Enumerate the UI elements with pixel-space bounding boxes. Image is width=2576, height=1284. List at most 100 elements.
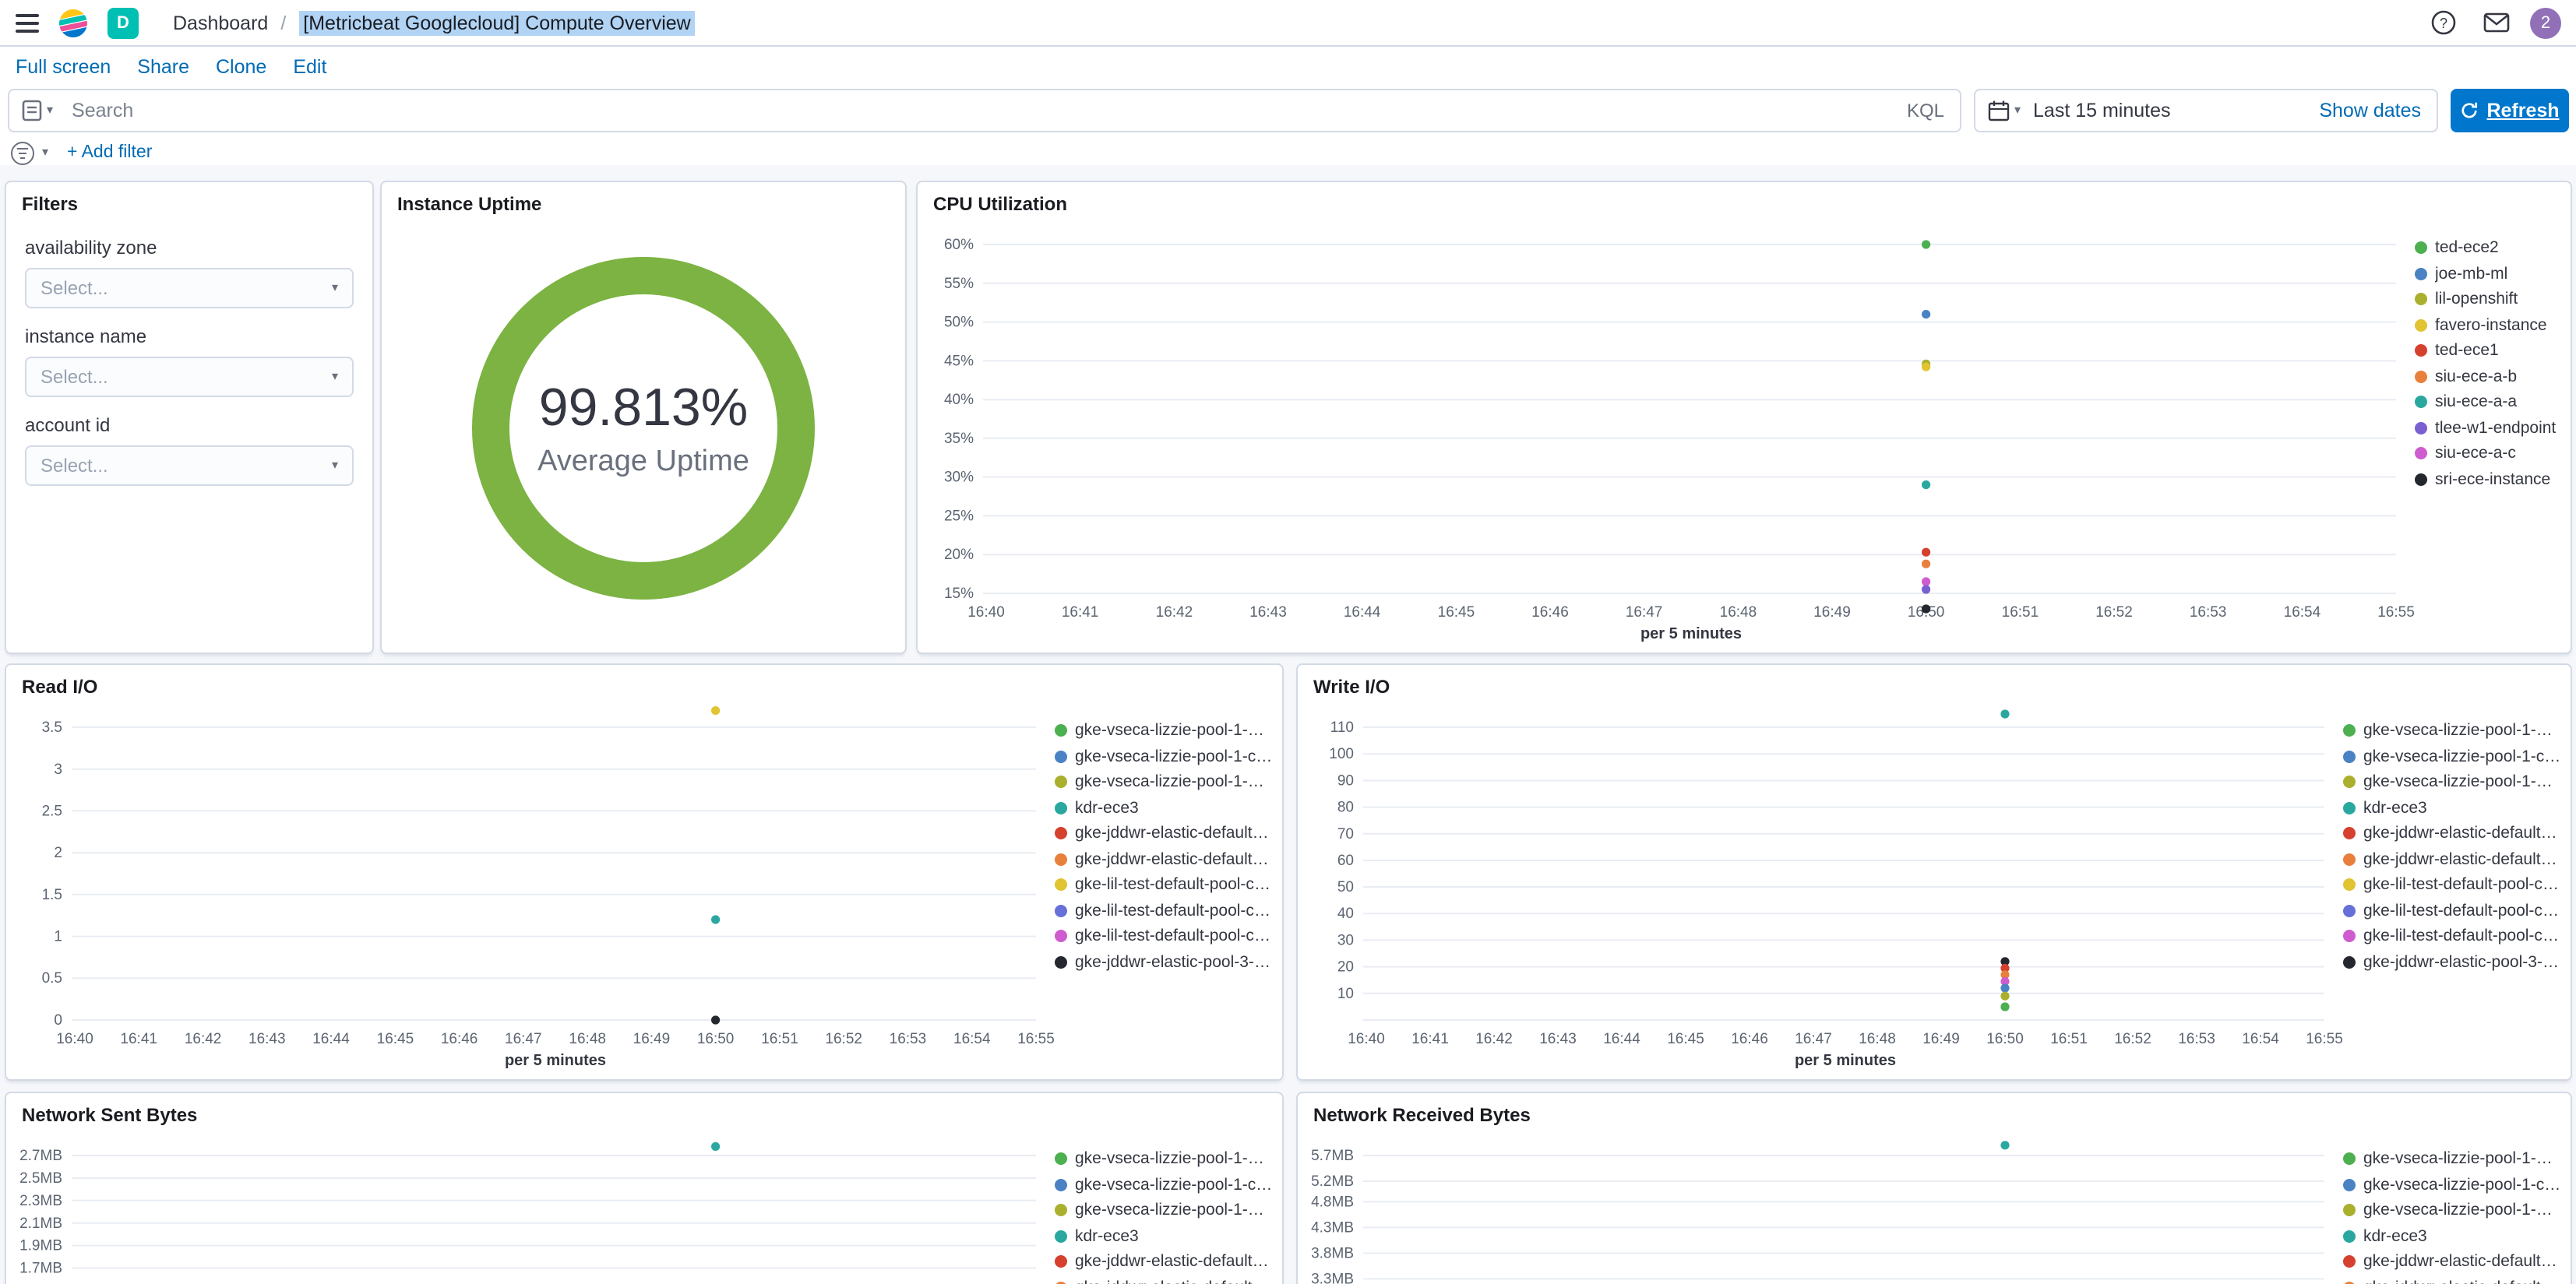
legend-item[interactable]: gke-vseca-lizzie-pool-1-c417… [1055,744,1282,769]
panel-title[interactable]: CPU Utilization [918,182,2571,216]
legend-item[interactable]: kdr-ece3 [2343,795,2571,821]
network-sent-chart[interactable]: 2.7MB2.5MB2.3MB2.1MB1.9MB1.7MB1.5MB1.3MB… [6,1127,1055,1284]
legend-item[interactable]: gke-vseca-lizzie-pool-1-1877… [1055,718,1282,744]
legend-item[interactable]: gke-lil-test-default-pool-c1e… [1055,872,1282,898]
show-dates-button[interactable]: Show dates [2319,100,2437,121]
legend-item[interactable]: gke-jddwr-elastic-default-po… [1055,1275,1282,1284]
network-received-chart[interactable]: 5.7MB5.2MB4.8MB4.3MB3.8MB3.3MB2.9MB2.4MB… [1298,1127,2343,1284]
svg-text:3: 3 [54,762,62,778]
help-button[interactable]: ? [2424,4,2461,41]
legend-item[interactable]: gke-jddwr-elastic-default-po… [1055,846,1282,872]
network-received-legend: gke-vseca-lizzie-pool-1-1877… gke-vseca-l… [2343,1127,2571,1284]
legend-item[interactable]: gke-vseca-lizzie-pool-1-1877… [2343,1146,2571,1172]
series-color-dot [2415,396,2427,409]
legend-item[interactable]: gke-jddwr-elastic-pool-3-74… [1055,949,1282,975]
write-io-chart[interactable]: 110 100 90 80 70 60 50 40 30 20 10 16:40 16:41 16:42 1… [1298,699,2343,1079]
user-avatar[interactable]: 2 [2530,7,2561,38]
legend-item[interactable]: kdr-ece3 [2343,1223,2571,1249]
panel-title[interactable]: Write I/O [1298,665,2571,699]
legend-item[interactable]: kdr-ece3 [1055,1223,1282,1249]
share-button[interactable]: Share [137,56,189,78]
legend-item[interactable]: gke-lil-test-default-pool-c1e… [2343,898,2571,923]
legend-item[interactable]: lil-openshift [2415,287,2571,312]
read-io-chart[interactable]: 3.5 3 2.5 2 1.5 1 0.5 0 16:40 16:41 16:42 16:43 16:4… [6,699,1055,1079]
legend-item[interactable]: gke-jddwr-elastic-default-po… [1055,821,1282,846]
legend-item[interactable]: kdr-ece3 [1055,795,1282,821]
legend-item[interactable]: gke-jddwr-elastic-default-po… [2343,821,2571,846]
account-id-select[interactable]: Select... ▾ [25,445,354,486]
legend-item[interactable]: siu-ece-a-a [2415,389,2571,415]
filter-label: availability zone [25,237,157,259]
legend-item[interactable]: gke-jddwr-elastic-default-po… [2343,1275,2571,1284]
svg-text:16:46: 16:46 [441,1031,478,1047]
menu-icon[interactable] [16,13,39,32]
legend-item[interactable]: gke-jddwr-elastic-pool-3-74… [2343,949,2571,975]
legend-item[interactable]: gke-vseca-lizzie-pool-1-630… [1055,769,1282,795]
panel-title[interactable]: Read I/O [6,665,1282,699]
legend-item[interactable]: gke-vseca-lizzie-pool-1-c417… [1055,1172,1282,1198]
cpu-utilization-chart[interactable]: 60% 55% 50% 45% 40% 35% 30% 25% 20% 15% 16:40 16:41… [918,216,2415,653]
legend-item[interactable]: gke-vseca-lizzie-pool-1-630… [2343,769,2571,795]
legend-item[interactable]: gke-vseca-lizzie-pool-1-1877… [1055,1146,1282,1172]
series-color-dot [2343,930,2356,943]
legend-item[interactable]: gke-lil-test-default-pool-c1e… [2343,923,2571,949]
newsfeed-button[interactable] [2477,4,2514,41]
filter-menu-icon[interactable] [11,141,34,164]
legend-item[interactable]: siu-ece-a-b [2415,364,2571,389]
legend-item[interactable]: gke-lil-test-default-pool-c1e… [1055,898,1282,923]
panel-title[interactable]: Filters [6,182,372,216]
legend-item[interactable]: siu-ece-a-c [2415,441,2571,466]
refresh-button[interactable]: Refresh [2451,89,2569,132]
legend-item[interactable]: gke-lil-test-default-pool-c1e… [1055,923,1282,949]
series-color-dot [1055,1152,1067,1166]
deployment-badge[interactable]: D [107,7,139,38]
filter-label: instance name [25,325,147,347]
svg-text:30%: 30% [944,470,974,486]
legend-item[interactable]: gke-vseca-lizzie-pool-1-c417… [2343,744,2571,769]
series-label: gke-vseca-lizzie-pool-1-630… [1075,1201,1273,1220]
search-input[interactable] [65,100,1891,121]
svg-text:16:51: 16:51 [2002,604,2039,621]
panel-title[interactable]: Network Sent Bytes [6,1093,1282,1127]
select-placeholder: Select... [41,277,108,299]
series-color-dot [1055,878,1067,892]
clone-button[interactable]: Clone [216,56,266,78]
legend-item[interactable]: gke-vseca-lizzie-pool-1-630… [1055,1198,1282,1223]
time-range-value[interactable]: Last 15 minutes [2033,100,2171,121]
instance-name-select[interactable]: Select... ▾ [25,357,354,397]
panel-title[interactable]: Instance Uptime [382,182,905,216]
legend-item[interactable]: ted-ece2 [2415,235,2571,261]
legend-item[interactable]: tlee-w1-endpoint [2415,415,2571,441]
series-color-dot [2343,1152,2356,1166]
series-color-dot [2343,724,2356,737]
panel-title[interactable]: Network Received Bytes [1298,1093,2571,1127]
svg-text:16:45: 16:45 [1667,1031,1704,1047]
legend-item[interactable]: joe-mb-ml [2415,261,2571,287]
svg-text:16:54: 16:54 [953,1031,991,1047]
legend-item[interactable]: gke-vseca-lizzie-pool-1-1877… [2343,718,2571,744]
legend-item[interactable]: gke-jddwr-elastic-default-po… [1055,1249,1282,1275]
svg-text:4.3MB: 4.3MB [1311,1219,1354,1236]
legend-item[interactable]: sri-ece-instance [2415,466,2571,492]
panel-write-io: Write I/O 110 100 90 80 70 60 50 40 30 20 10 16:40 1… [1296,663,2572,1081]
edit-button[interactable]: Edit [293,56,326,78]
add-filter-button[interactable]: + Add filter [67,143,152,162]
series-color-dot [1055,1255,1067,1268]
legend-item[interactable]: gke-vseca-lizzie-pool-1-630… [2343,1198,2571,1223]
legend-item[interactable]: gke-lil-test-default-pool-c1e… [2343,872,2571,898]
legend-item[interactable]: gke-jddwr-elastic-default-po… [2343,1249,2571,1275]
availability-zone-select[interactable]: Select... ▾ [25,268,354,308]
query-language-button[interactable]: KQL [1891,100,1960,121]
chart-area: 2.7MB2.5MB2.3MB2.1MB1.9MB1.7MB1.5MB1.3MB… [6,1127,1282,1284]
legend-item[interactable]: gke-jddwr-elastic-default-po… [2343,846,2571,872]
svg-text:16:42: 16:42 [1475,1031,1513,1047]
page-title[interactable]: [Metricbeat Googlecloud] Compute Overvie… [298,10,696,35]
legend-item[interactable]: ted-ece1 [2415,338,2571,364]
legend-item[interactable]: favero-instance [2415,312,2571,338]
saved-query-menu-button[interactable]: ▾ [9,90,65,131]
date-quick-select-button[interactable]: ▾ [1975,100,2033,121]
elastic-logo[interactable] [55,4,92,41]
full-screen-button[interactable]: Full screen [16,56,111,78]
legend-item[interactable]: gke-vseca-lizzie-pool-1-c417… [2343,1172,2571,1198]
breadcrumb-dashboard[interactable]: Dashboard [173,12,268,33]
